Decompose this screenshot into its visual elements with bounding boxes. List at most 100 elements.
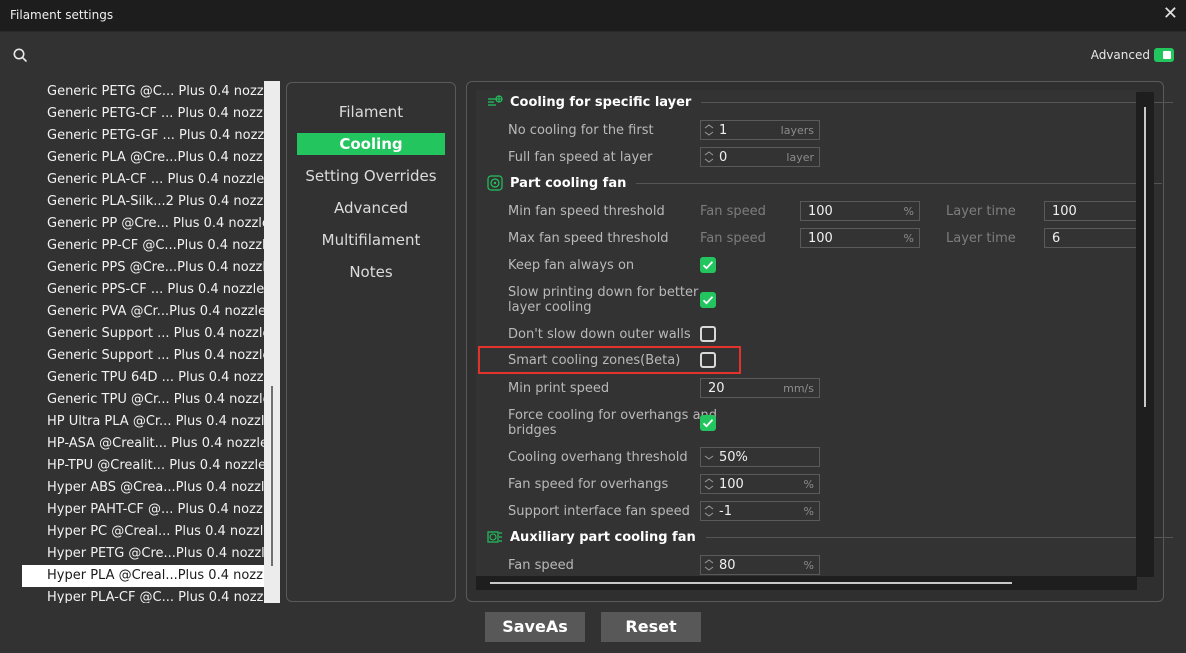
layers-fan-icon [486,93,504,111]
slow-down-checkbox[interactable] [700,292,716,308]
preset-item[interactable]: Generic Support ... Plus 0.4 nozzle [22,323,265,345]
preset-item[interactable]: Generic TPU @Cr... Plus 0.4 nozzle [22,389,265,411]
force-cooling-label-line2: bridges [508,423,557,438]
field-value: 50% [719,450,748,465]
preset-item[interactable]: HP-TPU @Crealit... Plus 0.4 nozzle [22,455,265,477]
search-icon[interactable] [12,47,28,63]
window-title: Filament settings [10,8,114,22]
min-print-speed-input[interactable]: 20 mm/s [700,378,820,398]
save-as-button[interactable]: SaveAs [485,612,585,642]
spin-arrows-icon[interactable] [703,150,715,164]
check-icon [702,261,714,270]
max-fan-threshold-label: Max fan speed threshold [508,231,669,246]
group-auxiliary-fan: Auxiliary part cooling fan [486,527,1173,547]
max-fan-speed-input[interactable]: 100 % [800,228,920,248]
force-cooling-checkbox[interactable] [700,415,716,431]
overhang-threshold-label: Cooling overhang threshold [508,450,688,465]
min-fan-threshold-label: Min fan speed threshold [508,204,665,219]
no-cooling-label: No cooling for the first [508,123,654,138]
min-layer-time-input[interactable]: 100 [1044,201,1139,221]
title-bar: Filament settings ✕ [0,0,1186,32]
field-unit: % [803,478,814,491]
overhang-threshold-select[interactable]: 50% [700,447,820,467]
spin-arrows-icon[interactable] [703,504,715,518]
field-unit: % [903,205,914,218]
support-fan-label: Support interface fan speed [508,504,690,519]
fan-speed-sublabel: Fan speed [700,204,766,219]
preset-item[interactable]: Hyper PLA-CF @C... Plus 0.4 nozzle [22,587,265,603]
min-print-speed-label: Min print speed [508,381,610,396]
smart-cooling-highlight [478,346,741,374]
no-cooling-input[interactable]: 1 layers [700,120,820,140]
preset-item[interactable]: Generic PLA @Cre...Plus 0.4 nozzle [22,147,265,169]
tab-advanced[interactable]: Advanced [297,197,445,219]
advanced-toggle[interactable] [1154,48,1174,62]
field-value: 100 [808,204,833,219]
preset-item-selected[interactable]: Hyper PLA @Creal...Plus 0.4 nozzle [22,565,265,587]
preset-item[interactable]: Generic PETG @C... Plus 0.4 nozzle [22,81,265,103]
field-value: -1 [719,504,732,519]
max-layer-time-input[interactable]: 6 [1044,228,1139,248]
preset-item[interactable]: Generic PP-CF @C...Plus 0.4 nozzle [22,235,265,257]
preset-item[interactable]: Generic PLA-Silk...2 Plus 0.4 nozzle [22,191,265,213]
preset-item[interactable]: Generic Support ... Plus 0.4 nozzle [22,345,265,367]
field-value: 100 [808,231,833,246]
check-icon [702,296,714,305]
preset-item[interactable]: Generic TPU 64D ... Plus 0.4 nozzle [22,367,265,389]
advanced-label: Advanced [1090,48,1150,62]
preset-item[interactable]: HP Ultra PLA @Cr... Plus 0.4 nozzle [22,411,265,433]
preset-item[interactable]: Hyper PAHT-CF @... Plus 0.4 nozzle [22,499,265,521]
field-unit: layer [786,151,814,164]
preset-item[interactable]: Generic PP @Cre... Plus 0.4 nozzle [22,213,265,235]
group-divider [636,182,1163,184]
check-icon [702,419,714,428]
keep-fan-on-checkbox[interactable] [700,257,716,273]
chevron-down-icon[interactable] [703,450,715,464]
settings-horizontal-scrollbar[interactable] [476,576,1137,590]
tab-multifilament[interactable]: Multifilament [297,229,445,251]
tab-notes[interactable]: Notes [297,261,445,283]
close-icon[interactable]: ✕ [1163,4,1178,24]
tab-setting-overrides[interactable]: Setting Overrides [297,165,445,187]
preset-item[interactable]: Hyper PC @Creal... Plus 0.4 nozzle [22,521,265,543]
preset-item[interactable]: Generic PETG-CF ... Plus 0.4 nozzle [22,103,265,125]
support-fan-input[interactable]: -1 % [700,501,820,521]
preset-item[interactable]: Generic PETG-GF ... Plus 0.4 nozzle [22,125,265,147]
preset-item[interactable]: Hyper PETG @Cre...Plus 0.4 nozzle [22,543,265,565]
settings-tab-panel: Filament Cooling Setting Overrides Advan… [286,82,456,602]
spin-arrows-icon[interactable] [703,558,715,572]
fan-overhangs-input[interactable]: 100 % [700,474,820,494]
field-unit: % [803,559,814,572]
group-divider [705,536,1173,538]
cooling-settings-panel: Cooling for specific layer No cooling fo… [466,81,1174,602]
fan-speed-sublabel: Fan speed [700,231,766,246]
settings-vertical-scrollbar[interactable] [1136,92,1154,577]
preset-item[interactable]: Hyper ABS @Crea...Plus 0.4 nozzle [22,477,265,499]
fan-icon [486,174,504,192]
auxiliary-fan-icon [486,528,504,546]
dont-slow-outer-label: Don't slow down outer walls [508,327,691,342]
min-fan-speed-input[interactable]: 100 % [800,201,920,221]
preset-item[interactable]: Generic PPS @Cre...Plus 0.4 nozzle [22,257,265,279]
tab-cooling[interactable]: Cooling [297,133,445,155]
dont-slow-outer-checkbox[interactable] [700,326,716,342]
field-value: 0 [719,150,728,165]
preset-item[interactable]: Generic PVA @Cr...Plus 0.4 nozzle [22,301,265,323]
preset-item[interactable]: Generic PPS-CF ... Plus 0.4 nozzle [22,279,265,301]
full-fan-speed-input[interactable]: 0 layer [700,147,820,167]
reset-button[interactable]: Reset [601,612,701,642]
preset-item[interactable]: Generic PLA-CF ... Plus 0.4 nozzle [22,169,265,191]
spin-arrows-icon[interactable] [703,477,715,491]
preset-item[interactable]: HP-ASA @Crealit... Plus 0.4 nozzle [22,433,265,455]
fan-overhangs-label: Fan speed for overhangs [508,477,669,492]
field-unit: mm/s [783,382,814,395]
filament-preset-list: Generic PETG @C... Plus 0.4 nozzle Gener… [22,81,265,603]
spin-arrows-icon[interactable] [703,123,715,137]
field-value: 80 [719,558,736,573]
slow-down-label-line1: Slow printing down for better [508,285,699,300]
field-unit: % [803,505,814,518]
aux-fan-speed-input[interactable]: 80 % [700,555,820,575]
field-value: 1 [719,123,728,138]
tab-filament[interactable]: Filament [297,101,445,123]
preset-list-scrollbar[interactable] [264,81,280,603]
